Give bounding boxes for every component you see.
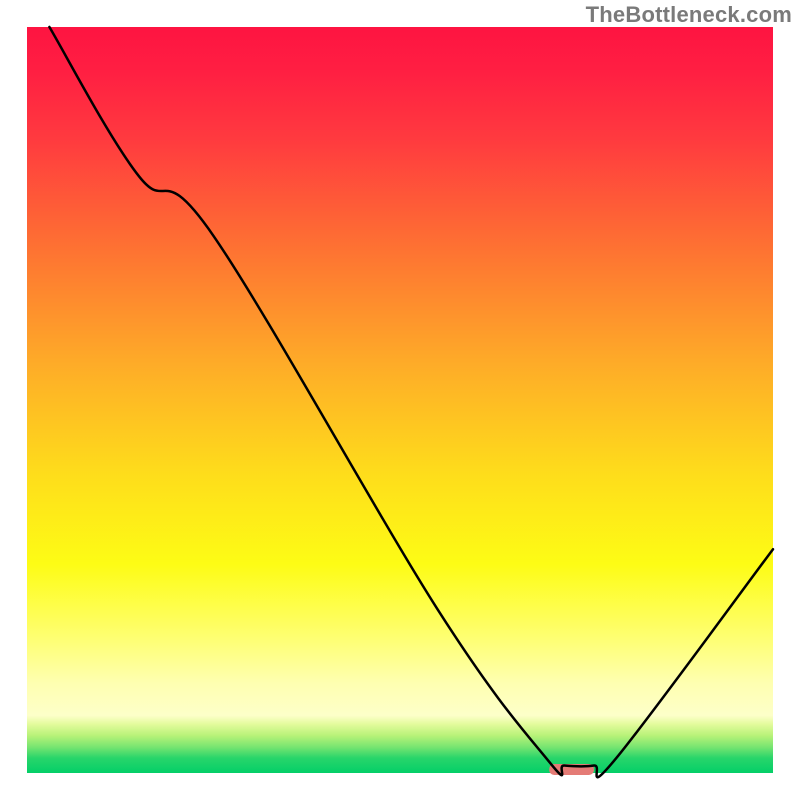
- watermark-text: TheBottleneck.com: [586, 2, 792, 28]
- gradient-background: [27, 27, 773, 773]
- chart-svg: [0, 0, 800, 800]
- chart-canvas: TheBottleneck.com: [0, 0, 800, 800]
- plot-area: [27, 27, 773, 777]
